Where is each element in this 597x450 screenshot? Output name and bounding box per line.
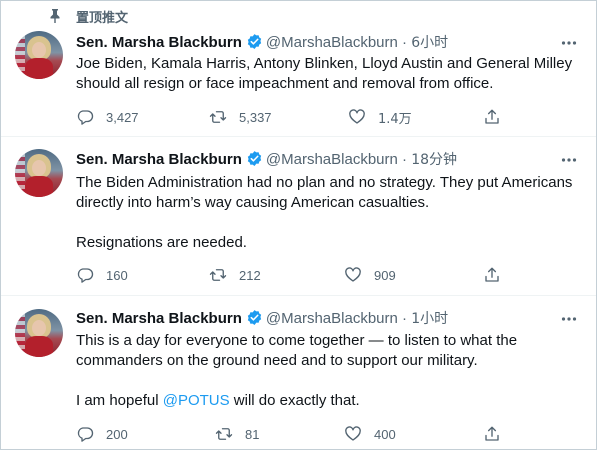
tweet-text: This is a day for everyone to come toget… xyxy=(76,331,581,411)
tweet-actions: 3,427 5,337 1.4万 xyxy=(1,107,596,127)
more-options-icon[interactable] xyxy=(560,151,578,169)
reply-icon xyxy=(77,110,94,125)
tweet-time[interactable]: 1小时 xyxy=(411,311,448,327)
timeline: 置顶推文 Sen. Marsha Blackburn @MarshaBlackbu… xyxy=(0,0,597,450)
verified-badge-icon xyxy=(247,151,262,166)
tweet-text: Joe Biden, Kamala Harris, Antony Blinken… xyxy=(76,54,581,94)
reply-button[interactable]: 3,427 xyxy=(76,107,139,127)
separator-dot: · xyxy=(402,310,408,327)
retweet-button[interactable]: 81 xyxy=(215,424,259,444)
tweet[interactable]: Sen. Marsha Blackburn @MarshaBlackburn · … xyxy=(1,1,596,137)
reply-count: 3,427 xyxy=(106,109,139,125)
like-icon xyxy=(345,426,361,441)
tweet-header: Sen. Marsha Blackburn @MarshaBlackburn · … xyxy=(76,309,448,329)
tweet-time[interactable]: 18分钟 xyxy=(411,152,457,168)
tweet-paragraph: The Biden Administration had no plan and… xyxy=(76,174,573,211)
author-name[interactable]: Sen. Marsha Blackburn xyxy=(76,310,242,327)
retweet-icon xyxy=(209,111,227,123)
reply-button[interactable]: 160 xyxy=(76,265,128,285)
text-segment: I am hopeful xyxy=(76,392,163,409)
tweet-paragraph: Joe Biden, Kamala Harris, Antony Blinken… xyxy=(76,55,573,92)
tweet[interactable]: Sen. Marsha Blackburn @MarshaBlackburn · … xyxy=(1,296,596,449)
retweet-button[interactable]: 212 xyxy=(209,265,261,285)
retweet-count: 81 xyxy=(245,426,260,442)
mention-link[interactable]: @POTUS xyxy=(163,392,230,409)
like-button[interactable]: 1.4万 xyxy=(348,107,412,127)
tweet-text: The Biden Administration had no plan and… xyxy=(76,173,581,253)
share-icon xyxy=(485,267,499,282)
text-segment: will do exactly that. xyxy=(229,392,360,409)
author-handle[interactable]: @MarshaBlackburn xyxy=(266,151,398,168)
tweet[interactable]: Sen. Marsha Blackburn @MarshaBlackburn · … xyxy=(1,137,596,296)
tweet-paragraph: I am hopeful @POTUS will do exactly that… xyxy=(76,391,581,411)
author-handle[interactable]: @MarshaBlackburn xyxy=(266,310,398,327)
like-count: 400 xyxy=(374,426,396,442)
author-name[interactable]: Sen. Marsha Blackburn xyxy=(76,151,242,168)
like-button[interactable]: 400 xyxy=(344,424,396,444)
author-name[interactable]: Sen. Marsha Blackburn xyxy=(76,34,242,51)
share-button[interactable] xyxy=(483,265,513,285)
avatar[interactable] xyxy=(15,31,63,79)
more-options-icon[interactable] xyxy=(560,310,578,328)
like-count: 1.4万 xyxy=(378,111,412,127)
avatar[interactable] xyxy=(15,309,63,357)
author-handle[interactable]: @MarshaBlackburn xyxy=(266,34,398,51)
tweet-paragraph: This is a day for everyone to come toget… xyxy=(76,332,518,369)
reply-icon xyxy=(77,268,94,283)
reply-icon xyxy=(77,427,94,442)
tweet-header: Sen. Marsha Blackburn @MarshaBlackburn · … xyxy=(76,33,448,53)
like-icon xyxy=(349,109,365,124)
tweet-actions: 160 212 909 xyxy=(1,265,596,285)
more-options-icon[interactable] xyxy=(560,34,578,52)
retweet-count: 5,337 xyxy=(239,109,272,125)
tweet-header: Sen. Marsha Blackburn @MarshaBlackburn · … xyxy=(76,150,457,170)
tweet-paragraph: Resignations are needed. xyxy=(76,234,247,251)
retweet-button[interactable]: 5,337 xyxy=(209,107,272,127)
share-icon xyxy=(485,426,499,441)
retweet-count: 212 xyxy=(239,267,261,283)
verified-badge-icon xyxy=(247,34,262,49)
like-count: 909 xyxy=(374,267,396,283)
separator-dot: · xyxy=(402,151,408,168)
reply-button[interactable]: 200 xyxy=(76,424,128,444)
like-icon xyxy=(345,267,361,282)
tweet-actions: 200 81 400 xyxy=(1,424,596,444)
avatar[interactable] xyxy=(15,149,63,197)
retweet-icon xyxy=(209,269,227,281)
share-button[interactable] xyxy=(483,107,513,127)
verified-badge-icon xyxy=(247,310,262,325)
share-button[interactable] xyxy=(483,424,513,444)
reply-count: 160 xyxy=(106,267,128,283)
share-icon xyxy=(485,109,499,124)
retweet-icon xyxy=(215,428,233,440)
like-button[interactable]: 909 xyxy=(344,265,396,285)
tweet-time[interactable]: 6小时 xyxy=(411,35,448,51)
separator-dot: · xyxy=(402,34,408,51)
reply-count: 200 xyxy=(106,426,128,442)
